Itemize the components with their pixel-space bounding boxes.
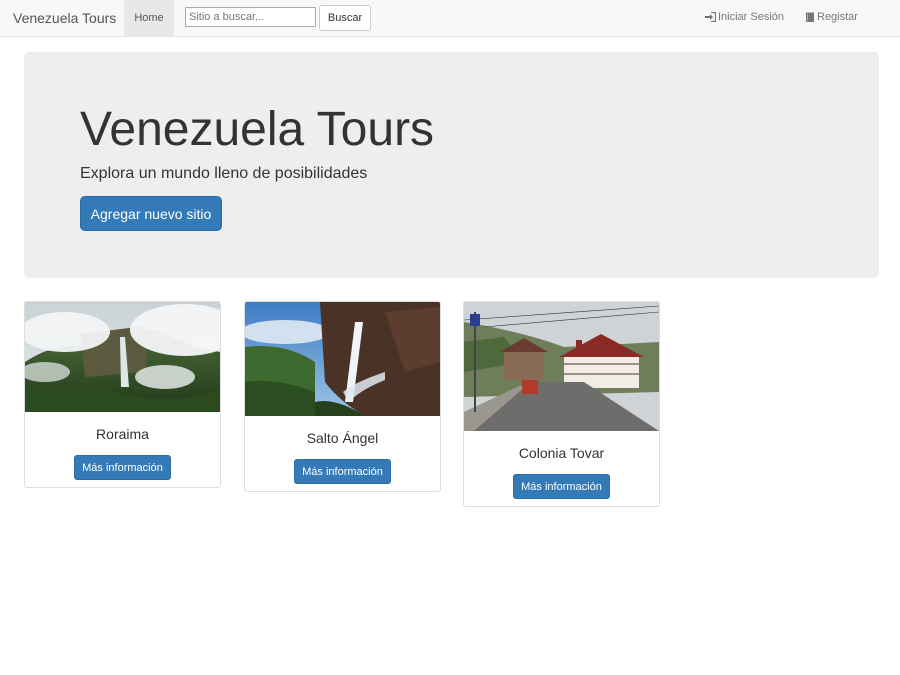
hero-jumbotron: Venezuela Tours Explora un mundo lleno d… xyxy=(24,52,879,278)
town-street-photo xyxy=(464,302,659,431)
waterfall-photo xyxy=(245,302,440,416)
add-site-button[interactable]: Agregar nuevo sitio xyxy=(80,196,222,231)
register-label: Registar xyxy=(817,11,858,23)
hero-subtitle: Explora un mundo lleno de posibilidades xyxy=(80,165,368,182)
nav-home-link[interactable]: Home xyxy=(124,0,174,36)
book-icon xyxy=(805,12,815,23)
brand-link[interactable]: Venezuela Tours xyxy=(13,10,116,26)
tepui-landscape-photo xyxy=(25,302,220,412)
hero-title: Venezuela Tours xyxy=(80,103,435,156)
login-label: Iniciar Sesión xyxy=(718,11,785,23)
place-title: Roraima xyxy=(96,426,149,442)
more-info-button[interactable]: Más información xyxy=(513,474,610,499)
place-title: Salto Ángel xyxy=(306,430,379,446)
place-title: Colonia Tovar xyxy=(518,445,605,461)
place-card: Roraima Más información xyxy=(24,301,221,488)
register-link[interactable]: Registar xyxy=(805,11,858,23)
search-button[interactable]: Buscar xyxy=(319,5,371,31)
log-in-icon xyxy=(705,11,717,23)
search-input[interactable] xyxy=(185,7,316,27)
place-card: Salto Ángel Más información xyxy=(244,301,441,492)
place-card: Colonia Tovar Más información xyxy=(463,301,660,507)
login-link[interactable]: Iniciar Sesión xyxy=(705,11,784,23)
navbar: Venezuela Tours Home Buscar Iniciar Sesi… xyxy=(0,0,900,37)
more-info-button[interactable]: Más información xyxy=(74,455,171,480)
more-info-button[interactable]: Más información xyxy=(294,459,391,484)
